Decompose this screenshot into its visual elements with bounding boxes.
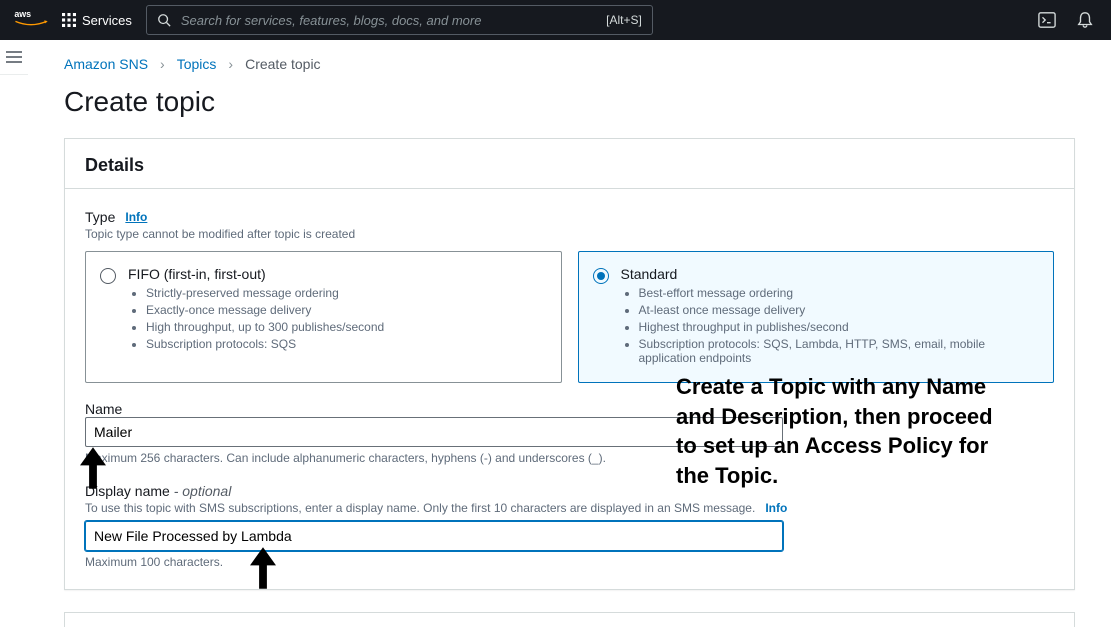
list-item: At-least once message delivery <box>639 303 1038 317</box>
radio-icon <box>100 268 116 284</box>
list-item: High throughput, up to 300 publishes/sec… <box>146 320 384 334</box>
cloudshell-icon[interactable] <box>1035 8 1059 32</box>
search-icon <box>157 13 171 27</box>
list-item: Exactly-once message delivery <box>146 303 384 317</box>
list-item: Strictly-preserved message ordering <box>146 286 384 300</box>
standard-bullets: Best-effort message ordering At-least on… <box>621 286 1038 365</box>
side-panel-toggle[interactable] <box>0 40 28 75</box>
menu-icon <box>6 51 22 63</box>
search-placeholder: Search for services, features, blogs, do… <box>181 13 596 28</box>
annotation-arrow-icon <box>250 547 276 589</box>
breadcrumb-current: Create topic <box>245 56 320 72</box>
display-name-info-link[interactable]: Info <box>765 501 787 515</box>
display-name-input[interactable] <box>85 521 783 551</box>
details-panel: Details Type Info Topic type cannot be m… <box>64 138 1075 590</box>
list-item: Best-effort message ordering <box>639 286 1038 300</box>
radio-icon <box>593 268 609 284</box>
search-input[interactable]: Search for services, features, blogs, do… <box>146 5 653 35</box>
details-panel-title: Details <box>65 139 1074 189</box>
services-menu[interactable]: Services <box>62 13 132 28</box>
notifications-icon[interactable] <box>1073 8 1097 32</box>
optional-tag: - optional <box>174 483 232 499</box>
grid-icon <box>62 13 76 27</box>
type-option-fifo[interactable]: FIFO (first-in, first-out) Strictly-pres… <box>85 251 562 383</box>
annotation-arrow-icon <box>80 447 106 489</box>
services-label: Services <box>82 13 132 28</box>
type-desc: Topic type cannot be modified after topi… <box>85 227 1054 241</box>
search-shortcut: [Alt+S] <box>606 13 642 27</box>
fifo-title: FIFO (first-in, first-out) <box>128 266 384 282</box>
type-info-link[interactable]: Info <box>125 210 147 224</box>
chevron-right-icon: › <box>160 56 165 72</box>
list-item: Subscription protocols: SQS <box>146 337 384 351</box>
breadcrumb-root[interactable]: Amazon SNS <box>64 56 148 72</box>
list-item: Subscription protocols: SQS, Lambda, HTT… <box>639 337 1038 365</box>
encryption-section[interactable]: Encryption - optional <box>64 612 1075 627</box>
display-name-hint: Maximum 100 characters. <box>85 555 1054 569</box>
standard-title: Standard <box>621 266 1038 282</box>
type-option-standard[interactable]: Standard Best-effort message ordering At… <box>578 251 1055 383</box>
aws-logo[interactable]: aws <box>14 8 48 32</box>
display-name-desc: To use this topic with SMS subscriptions… <box>85 501 755 515</box>
top-nav-bar: aws Services Search for services, featur… <box>0 0 1111 40</box>
list-item: Highest throughput in publishes/second <box>639 320 1038 334</box>
fifo-bullets: Strictly-preserved message ordering Exac… <box>128 286 384 351</box>
breadcrumb: Amazon SNS › Topics › Create topic <box>64 50 1075 86</box>
type-label: Type <box>85 209 115 225</box>
svg-text:aws: aws <box>14 9 31 19</box>
chevron-right-icon: › <box>228 56 233 72</box>
annotation-text: Create a Topic with any Name and Descrip… <box>676 372 1016 491</box>
breadcrumb-section[interactable]: Topics <box>177 56 217 72</box>
page-title: Create topic <box>64 86 1075 118</box>
